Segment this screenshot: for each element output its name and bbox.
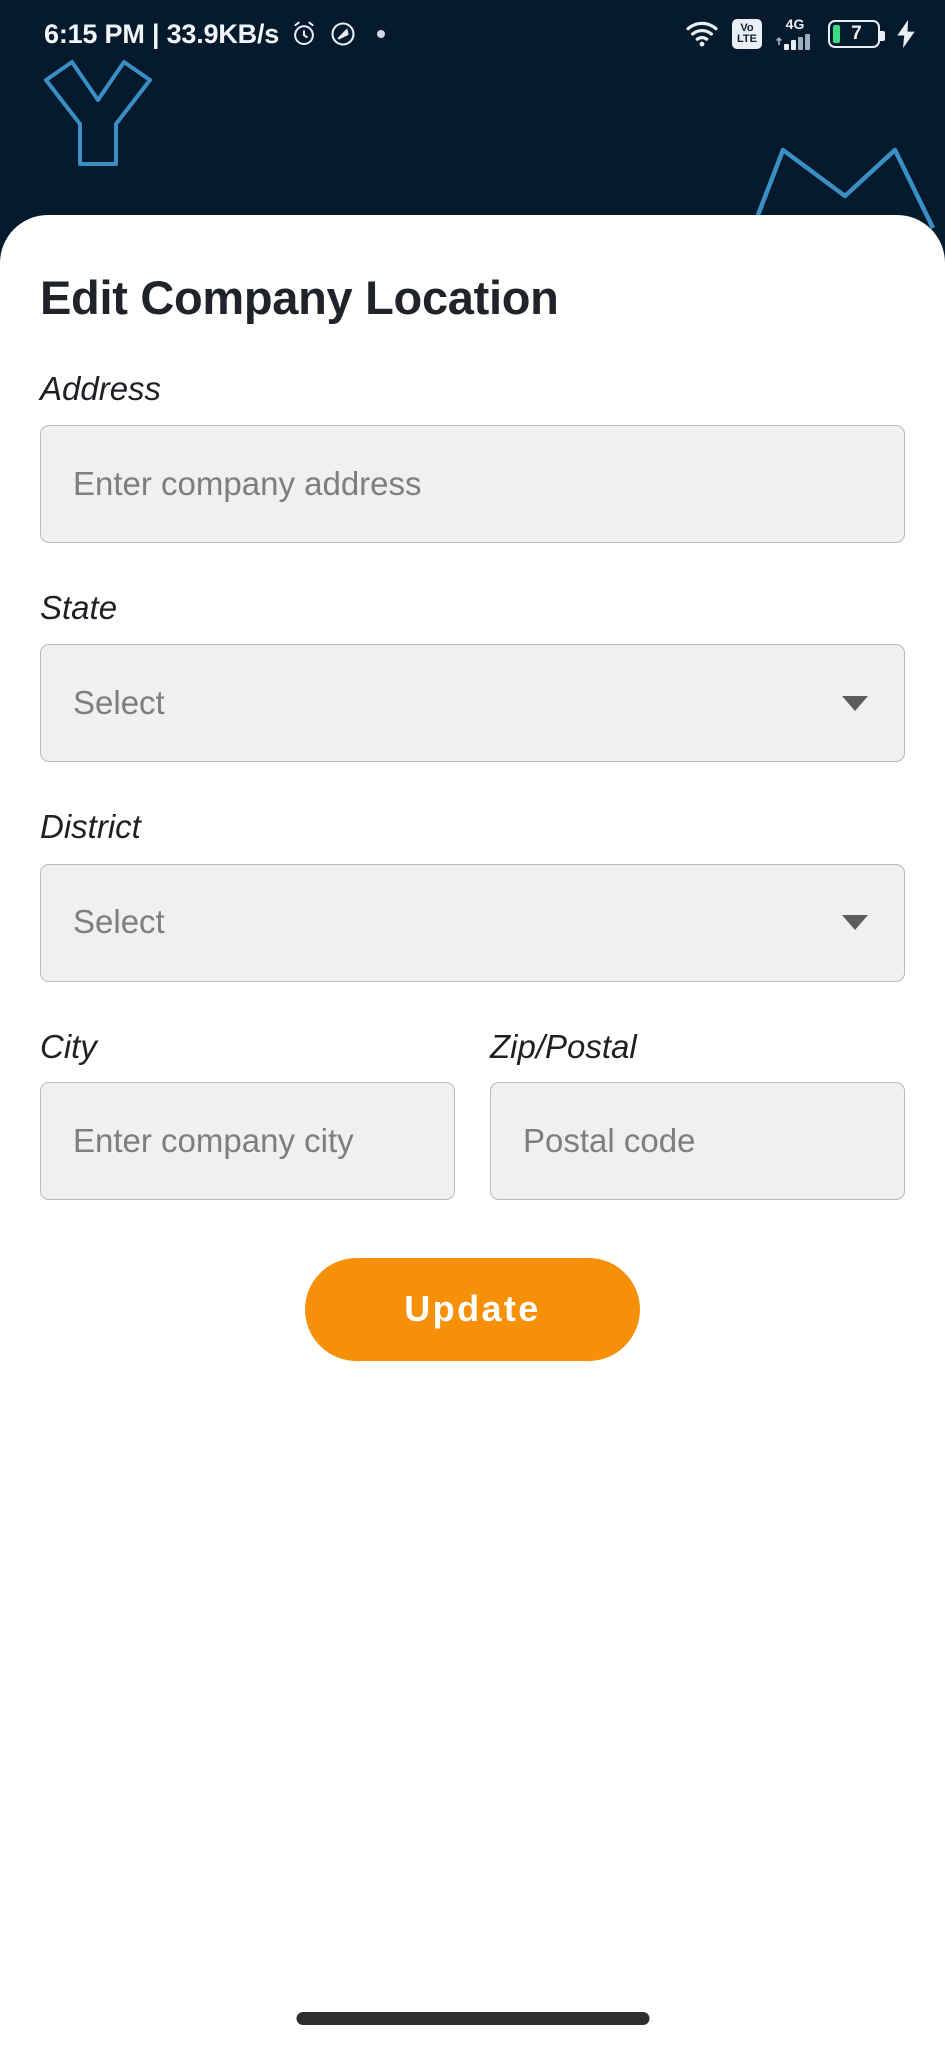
city-placeholder: Enter company city	[73, 1121, 354, 1159]
mobile-network-indicator: 4G	[775, 17, 815, 52]
field-group-city: City Enter company city	[40, 1027, 455, 1200]
home-gesture-indicator[interactable]	[296, 2012, 649, 2025]
district-select[interactable]: Select	[40, 863, 905, 982]
chevron-down-icon	[842, 695, 868, 711]
district-label: District	[40, 808, 141, 846]
status-notification-dot	[377, 30, 386, 38]
district-selected-value: Select	[73, 903, 165, 941]
address-placeholder: Enter company address	[73, 464, 422, 502]
status-bar-left: 6:15 PM | 33.9KB/s	[44, 18, 386, 50]
update-button[interactable]: Update	[305, 1257, 640, 1361]
city-zip-row: City Enter company city Zip/Postal Posta…	[40, 1027, 905, 1200]
address-input[interactable]: Enter company address	[40, 424, 905, 543]
address-label: Address	[40, 369, 162, 407]
alarm-clock-icon	[290, 20, 318, 48]
field-group-zip: Zip/Postal Postal code	[490, 1027, 905, 1200]
volte-bottom-text: LTE	[737, 33, 757, 45]
field-group-state: State Select	[40, 588, 905, 763]
y-shape-outline-icon	[42, 56, 154, 173]
content-card: Edit Company Location Address Enter comp…	[0, 215, 945, 2048]
status-clock-and-netspeed: 6:15 PM | 33.9KB/s	[44, 18, 280, 49]
charging-bolt-icon	[893, 19, 919, 49]
city-label: City	[40, 1027, 97, 1065]
state-selected-value: Select	[73, 684, 165, 722]
wifi-icon	[685, 20, 719, 48]
zip-placeholder: Postal code	[523, 1121, 696, 1159]
battery-icon: 7	[828, 20, 885, 48]
signal-bars-icon	[775, 32, 815, 52]
page-title: Edit Company Location	[40, 271, 559, 324]
zip-label: Zip/Postal	[490, 1027, 637, 1065]
phone-screen: 6:15 PM | 33.9KB/s Vo LTE 4G 7 Edit Comp…	[0, 0, 945, 2048]
volte-icon: Vo LTE	[732, 19, 762, 49]
do-not-disturb-icon	[329, 20, 357, 48]
zip-input[interactable]: Postal code	[490, 1081, 905, 1200]
state-label: State	[40, 588, 118, 626]
state-select[interactable]: Select	[40, 644, 905, 763]
field-group-district: District Select	[40, 808, 905, 982]
field-group-address: Address Enter company address	[40, 369, 905, 543]
chevron-down-icon	[842, 915, 868, 931]
network-type-label: 4G	[785, 15, 805, 32]
status-bar-right: Vo LTE 4G 7	[685, 17, 919, 52]
city-input[interactable]: Enter company city	[40, 1081, 455, 1200]
battery-percent-text: 7	[851, 23, 862, 44]
status-bar: 6:15 PM | 33.9KB/s Vo LTE 4G 7	[0, 0, 945, 68]
update-button-row: Update	[40, 1257, 905, 1361]
